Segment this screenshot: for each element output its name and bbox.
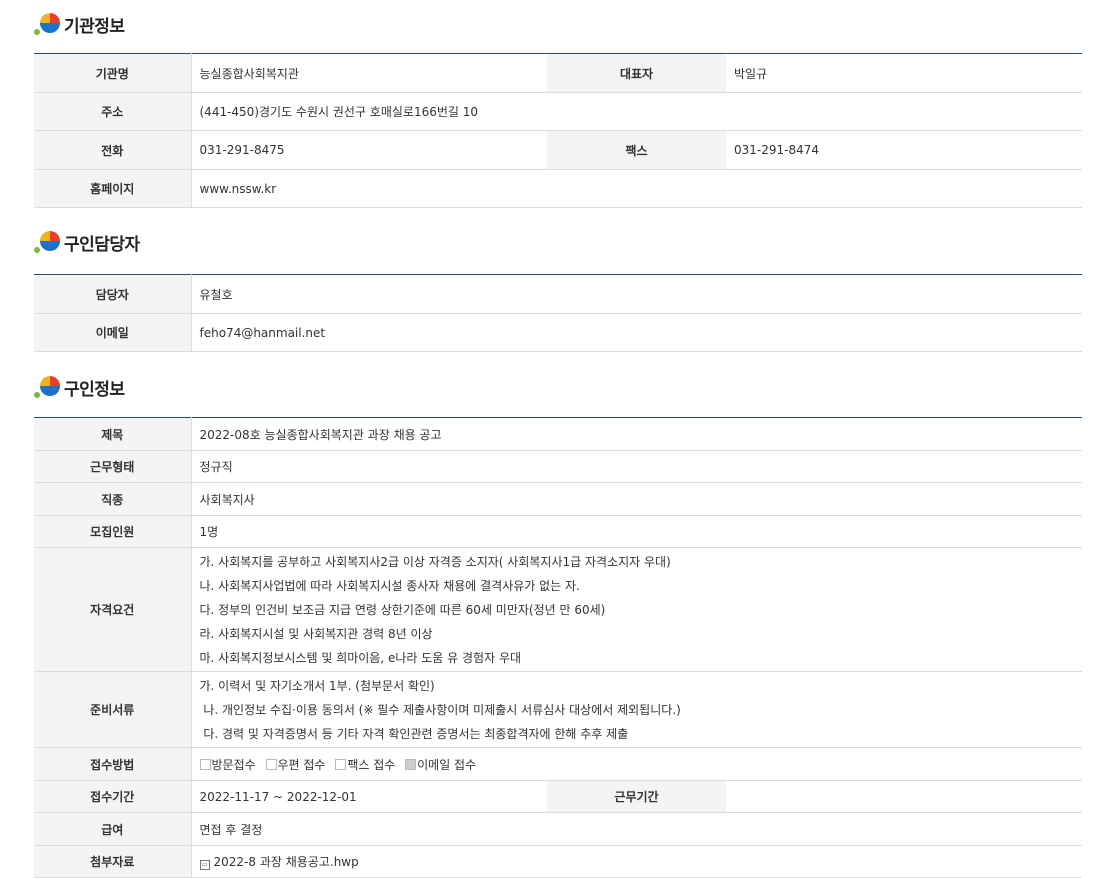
contact-email-label: 이메일 xyxy=(34,313,192,352)
job-kind: 사회복지사 xyxy=(191,482,1083,516)
job-method-label: 접수방법 xyxy=(34,747,192,781)
job-type: 정규직 xyxy=(191,450,1083,483)
table-row: 접수방법 방문접수 우편 접수 팩스 접수 이메일 접수 xyxy=(34,747,1083,781)
org-addr-label: 주소 xyxy=(34,92,192,131)
job-workperiod-label: 근무기간 xyxy=(547,780,726,813)
job-file-label: 첨부자료 xyxy=(34,845,192,878)
job-period: 2022-11-17 ~ 2022-12-01 xyxy=(191,780,547,813)
section-heading: 기관정보 xyxy=(64,16,125,37)
job-kind-label: 직종 xyxy=(34,482,192,516)
job-count-label: 모집인원 xyxy=(34,515,192,548)
table-row: 담당자 유철호 xyxy=(34,274,1082,314)
org-fax: 031-291-8474 xyxy=(726,130,1082,170)
section-title-org: 기관정보 xyxy=(34,11,125,37)
job-methods: 방문접수 우편 접수 팩스 접수 이메일 접수 xyxy=(191,747,1083,781)
table-row: 준비서류 가. 이력서 및 자기소개서 1부. (첨부문서 확인) 나. 개인정… xyxy=(34,671,1083,748)
job-info-table: 제목 2022-08호 능실종합사회복지관 과장 채용 공고 근무형태 정규직 … xyxy=(34,417,1083,878)
table-row: 모집인원 1명 xyxy=(34,515,1083,548)
org-info-table: 기관명 능실종합사회복지관 대표자 박일규 주소 (441-450)경기도 수원… xyxy=(34,53,1082,208)
job-workperiod xyxy=(726,780,1083,813)
table-row: 주소 (441-450)경기도 수원시 권선구 호매실로166번길 10 xyxy=(34,92,1082,131)
logo-icon xyxy=(34,229,60,255)
method-visit-option: 방문접수 xyxy=(199,758,256,772)
job-period-label: 접수기간 xyxy=(34,780,192,813)
method-email-option: 이메일 접수 xyxy=(405,758,476,772)
org-rep-label: 대표자 xyxy=(547,53,726,93)
org-home-label: 홈페이지 xyxy=(34,169,192,208)
table-row: 홈페이지 www.nssw.kr xyxy=(34,169,1082,208)
contact-person: 유철호 xyxy=(191,274,1082,314)
table-row: 이메일 feho74@hanmail.net xyxy=(34,313,1082,352)
job-title-label: 제목 xyxy=(34,417,192,451)
org-fax-label: 팩스 xyxy=(547,130,726,170)
job-title: 2022-08호 능실종합사회복지관 과장 채용 공고 xyxy=(191,417,1083,451)
list-item: 다. 정부의 인건비 보조금 지급 연령 상한기준에 따른 60세 미만자(정년… xyxy=(199,602,606,617)
list-item: 가. 이력서 및 자기소개서 1부. (첨부문서 확인) xyxy=(199,678,435,693)
checkbox-checked-icon xyxy=(405,758,417,770)
checkbox-icon xyxy=(199,758,211,770)
table-row: 전화 031-291-8475 팩스 031-291-8474 xyxy=(34,130,1082,170)
method-fax-option: 팩스 접수 xyxy=(335,758,395,772)
section-title-job: 구인정보 xyxy=(34,374,125,400)
contact-person-label: 담당자 xyxy=(34,274,192,314)
section-heading: 구인담당자 xyxy=(64,234,140,255)
job-pay-label: 급여 xyxy=(34,812,192,846)
table-row: 자격요건 가. 사회복지를 공부하고 사회복지사2급 이상 자격증 소지자( 사… xyxy=(34,547,1083,672)
list-item: 마. 사회복지정보시스템 및 희마이음, e나라 도움 유 경험자 우대 xyxy=(199,650,522,665)
list-item: 나. 개인정보 수집·이용 동의서 (※ 필수 제출사항이며 미제출시 서류심사… xyxy=(199,702,681,717)
table-row: 근무형태 정규직 xyxy=(34,450,1083,483)
table-row: 첨부자료 ▭ 2022-8 과장 채용공고.hwp xyxy=(34,845,1083,878)
org-homepage-link[interactable]: www.nssw.kr xyxy=(191,169,1082,208)
method-mail-option: 우편 접수 xyxy=(265,758,325,772)
job-count: 1명 xyxy=(191,515,1083,548)
table-row: 제목 2022-08호 능실종합사회복지관 과장 채용 공고 xyxy=(34,417,1083,451)
logo-icon xyxy=(34,374,60,400)
section-title-contact: 구인담당자 xyxy=(34,229,140,255)
checkbox-icon xyxy=(335,758,347,770)
job-docs-label: 준비서류 xyxy=(34,671,192,748)
job-req-label: 자격요건 xyxy=(34,547,192,672)
job-requirements: 가. 사회복지를 공부하고 사회복지사2급 이상 자격증 소지자( 사회복지사1… xyxy=(191,547,1083,672)
org-addr: (441-450)경기도 수원시 권선구 호매실로166번길 10 xyxy=(191,92,1082,131)
list-item: 나. 사회복지사업법에 따라 사회복지시설 종사자 채용에 결격사유가 없는 자… xyxy=(199,578,580,593)
table-row: 접수기간 2022-11-17 ~ 2022-12-01 근무기간 xyxy=(34,780,1083,813)
job-type-label: 근무형태 xyxy=(34,450,192,483)
job-pay: 면접 후 결정 xyxy=(191,812,1083,846)
list-item: 다. 경력 및 자격증명서 등 기타 자격 확인관련 증명서는 최종합격자에 한… xyxy=(199,726,629,741)
attachment-link[interactable]: 2022-8 과장 채용공고.hwp xyxy=(214,855,359,869)
list-item: 라. 사회복지시설 및 사회복지관 경력 8년 이상 xyxy=(199,626,433,641)
section-heading: 구인정보 xyxy=(64,379,125,400)
job-file: ▭ 2022-8 과장 채용공고.hwp xyxy=(191,845,1083,878)
table-row: 기관명 능실종합사회복지관 대표자 박일규 xyxy=(34,53,1082,93)
job-documents: 가. 이력서 및 자기소개서 1부. (첨부문서 확인) 나. 개인정보 수집·… xyxy=(191,671,1083,748)
org-rep: 박일규 xyxy=(726,53,1082,93)
checkbox-icon xyxy=(265,758,277,770)
org-name-label: 기관명 xyxy=(34,53,192,93)
org-name: 능실종합사회복지관 xyxy=(191,53,547,93)
table-row: 급여 면접 후 결정 xyxy=(34,812,1083,846)
table-row: 직종 사회복지사 xyxy=(34,482,1083,516)
list-item: 가. 사회복지를 공부하고 사회복지사2급 이상 자격증 소지자( 사회복지사1… xyxy=(199,554,671,569)
file-icon: ▭ xyxy=(199,860,210,870)
org-tel-label: 전화 xyxy=(34,130,192,170)
contact-email-link[interactable]: feho74@hanmail.net xyxy=(191,313,1082,352)
logo-icon xyxy=(34,11,60,37)
contact-info-table: 담당자 유철호 이메일 feho74@hanmail.net xyxy=(34,274,1082,352)
org-tel: 031-291-8475 xyxy=(191,130,547,170)
